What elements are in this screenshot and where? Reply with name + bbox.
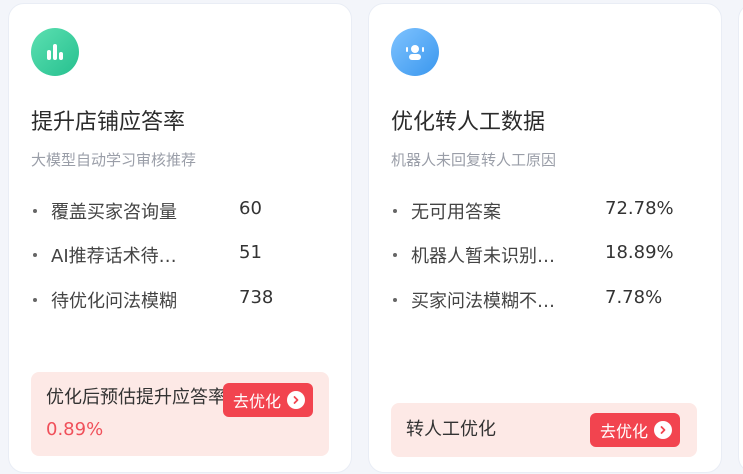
card-subtitle: 机器人未回复转人工原因 <box>391 151 557 169</box>
metric-label: 覆盖买家咨询量 <box>51 202 177 223</box>
metric-label: 待优化问法模糊 <box>51 291 177 312</box>
bullet-dot <box>33 298 37 302</box>
card-transfer-to-human: 优化转人工数据 机器人未回复转人工原因 无可用答案 72.78% 机器人暂未识别… <box>368 3 722 473</box>
bullet-dot <box>393 298 397 302</box>
metric-label: 买家问法模糊不… <box>411 291 555 312</box>
robot-icon <box>391 28 439 76</box>
bullet-dot <box>33 209 37 213</box>
chevron-right-icon <box>654 421 673 439</box>
bullet-dot <box>33 253 37 257</box>
optimize-button-label: 去优化 <box>233 392 282 411</box>
dashboard-stage: 提升店铺应答率 大模型自动学习审核推荐 覆盖买家咨询量 60 AI推荐话术待… … <box>0 0 743 474</box>
optimize-button[interactable]: 去优化 <box>590 413 681 447</box>
metric-value: 7.78% <box>605 287 663 308</box>
card-subtitle: 大模型自动学习审核推荐 <box>31 151 197 169</box>
rate-value: 0.89% <box>46 419 104 440</box>
metric-value: 60 <box>239 198 262 219</box>
card-title: 优化转人工数据 <box>391 110 546 135</box>
optimization-footer: 转人工优化 去优化 <box>391 403 697 457</box>
bullet-dot <box>393 253 397 257</box>
footer-label: 优化后预估提升应答率 <box>46 387 226 408</box>
metric-value: 18.89% <box>605 242 674 263</box>
metric-value: 738 <box>239 287 274 308</box>
card-title: 提升店铺应答率 <box>31 110 186 135</box>
optimization-footer: 优化后预估提升应答率 0.89% 去优化 <box>31 372 329 456</box>
metric-value: 72.78% <box>605 198 674 219</box>
metric-value: 51 <box>239 242 262 263</box>
metric-label: 无可用答案 <box>411 202 501 223</box>
optimize-button[interactable]: 去优化 <box>223 383 314 417</box>
card-store-response-rate: 提升店铺应答率 大模型自动学习审核推荐 覆盖买家咨询量 60 AI推荐话术待… … <box>8 3 352 473</box>
bullet-dot <box>393 209 397 213</box>
footer-label: 转人工优化 <box>406 419 496 440</box>
bar-chart-icon <box>31 28 79 76</box>
metric-label: 机器人暂未识别… <box>411 246 555 267</box>
chevron-right-icon <box>287 391 306 409</box>
card-partial <box>738 3 743 473</box>
footer-text: 优化后预估提升应答率 0.89% <box>46 382 226 446</box>
metric-label: AI推荐话术待… <box>51 246 177 267</box>
optimize-button-label: 去优化 <box>600 422 649 441</box>
